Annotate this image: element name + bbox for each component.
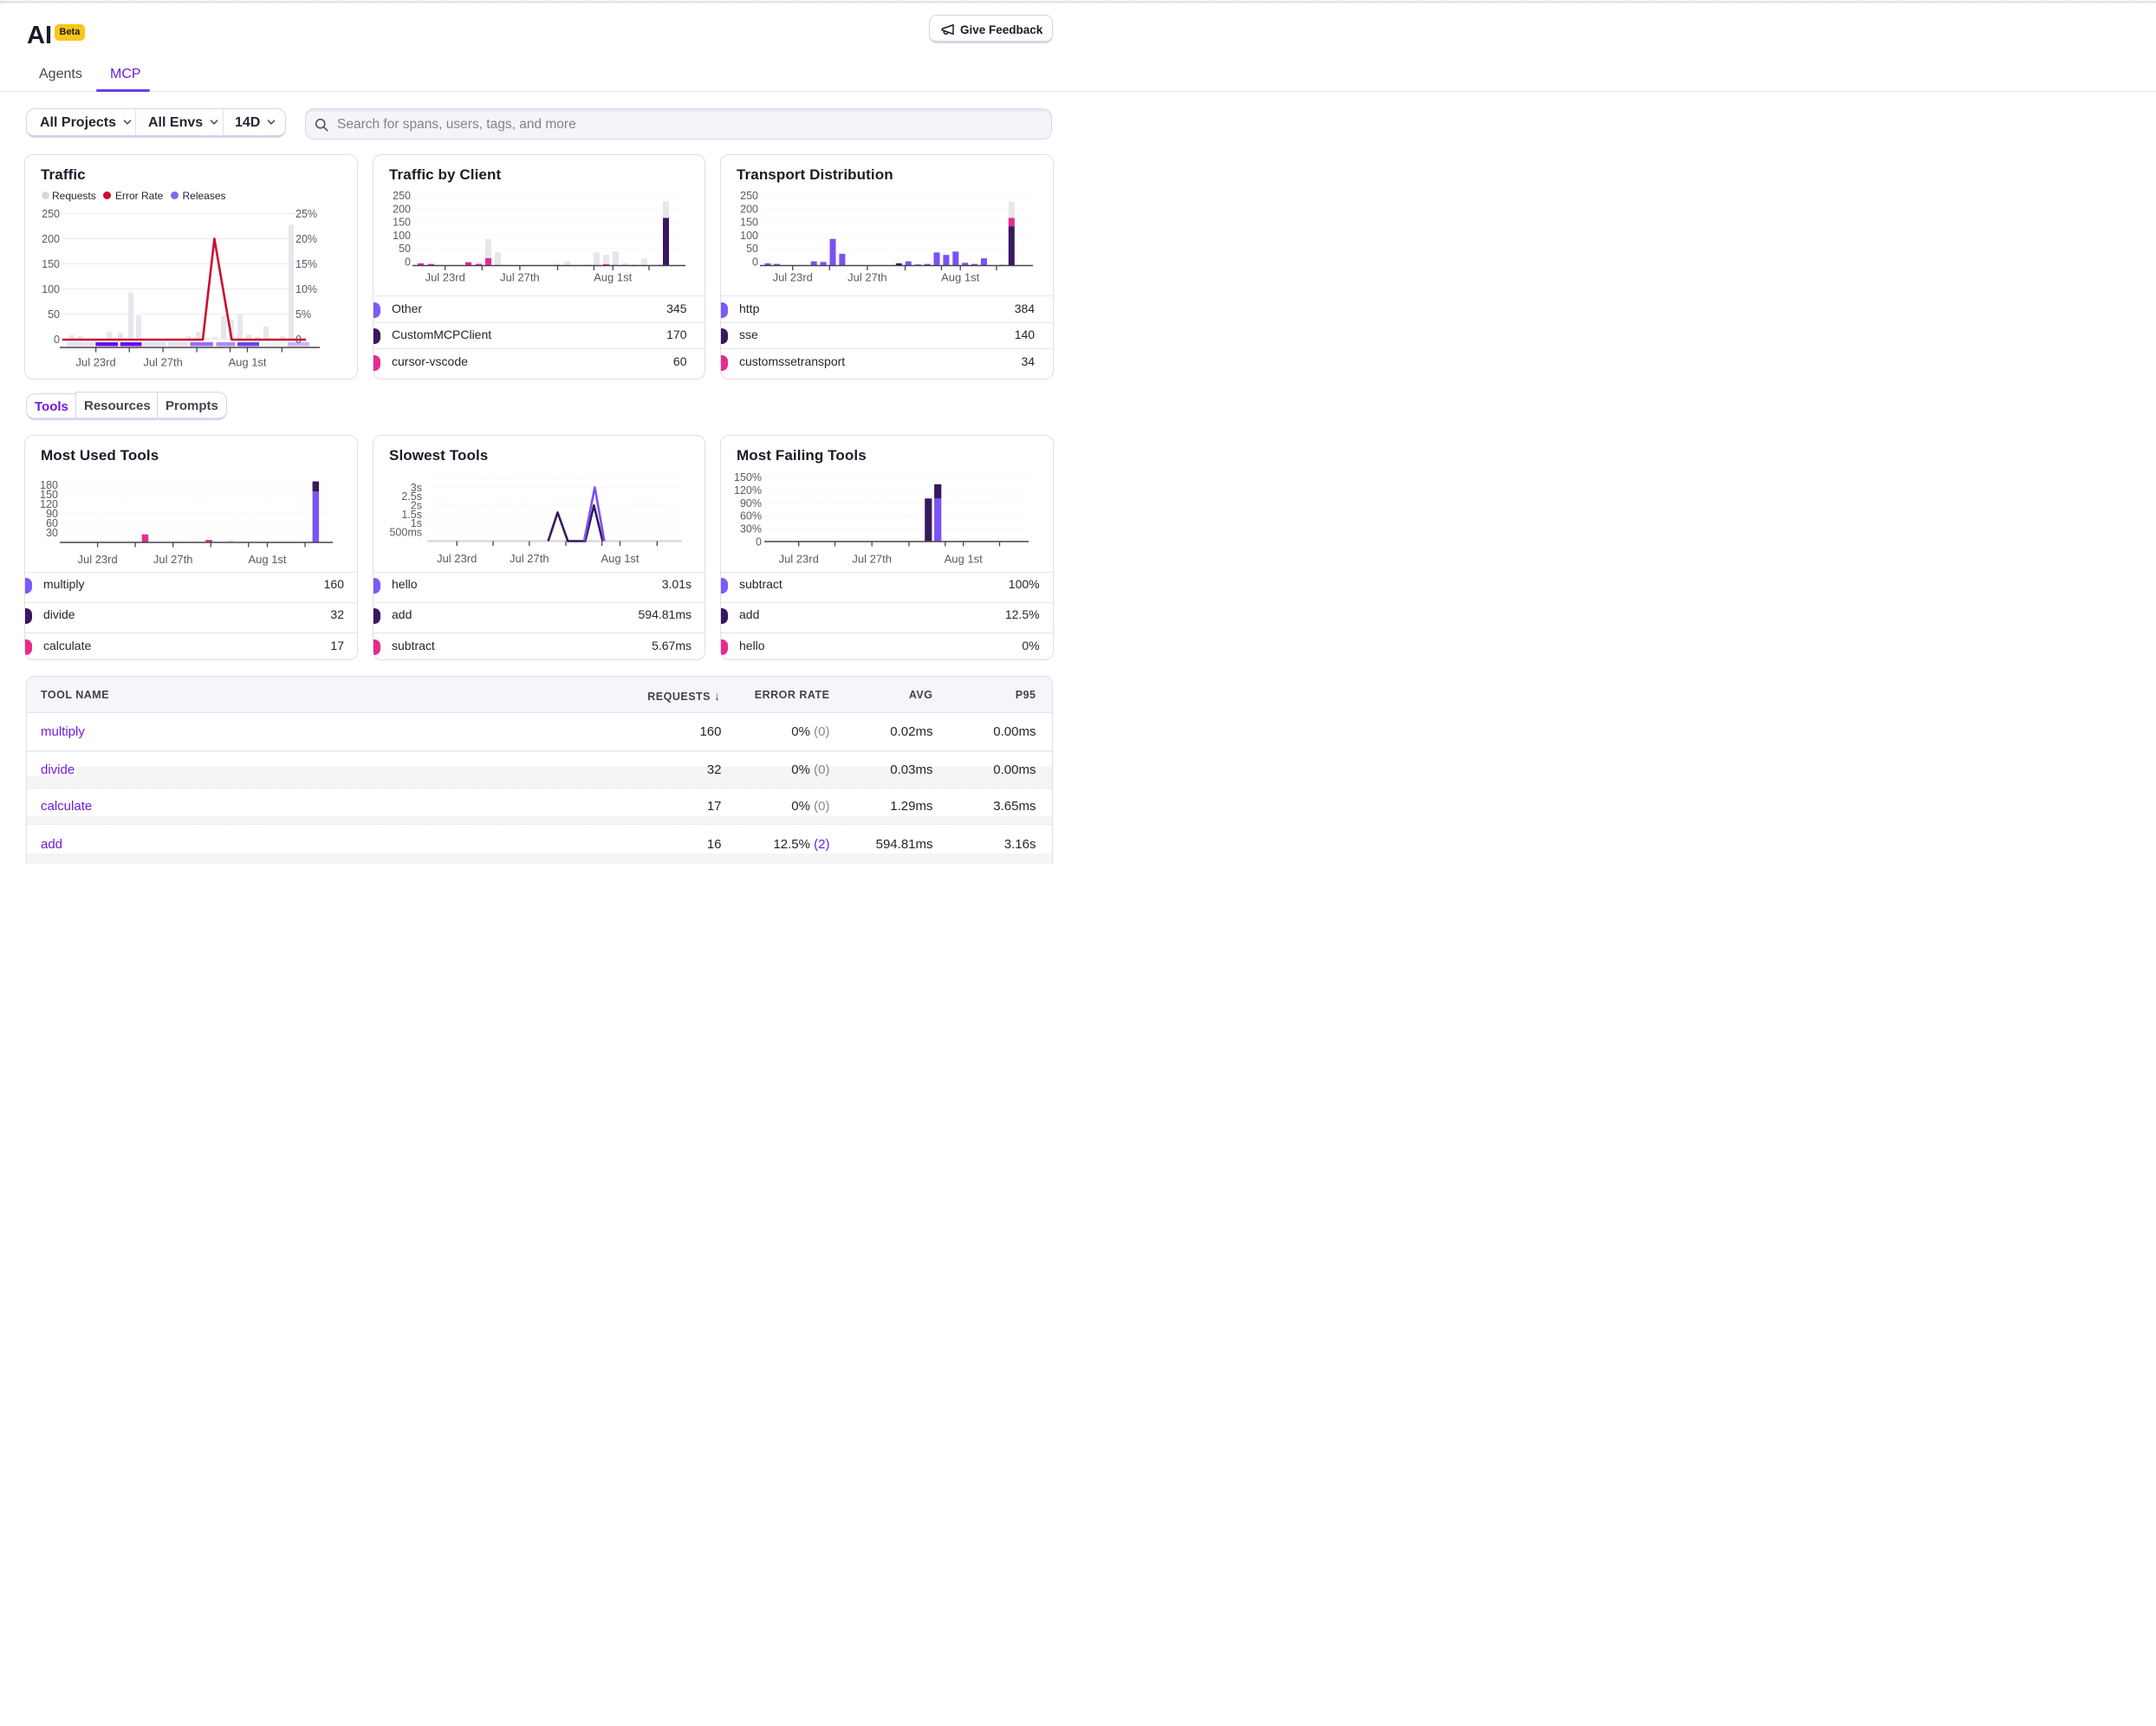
svg-text:500ms: 500ms: [389, 526, 422, 538]
svg-text:Jul 23rd: Jul 23rd: [77, 553, 117, 566]
svg-text:Jul 23rd: Jul 23rd: [779, 553, 819, 566]
svg-text:100: 100: [393, 230, 411, 242]
svg-text:0: 0: [54, 334, 60, 346]
svg-text:0: 0: [405, 256, 411, 269]
svg-text:150: 150: [740, 217, 758, 229]
svg-text:20%: 20%: [295, 233, 317, 245]
svg-text:100: 100: [740, 230, 758, 242]
svg-text:Aug 1st: Aug 1st: [248, 553, 286, 566]
svg-text:0: 0: [752, 256, 758, 269]
svg-text:Aug 1st: Aug 1st: [594, 271, 632, 284]
svg-text:250: 250: [393, 190, 411, 202]
svg-text:15%: 15%: [295, 258, 317, 270]
svg-text:100: 100: [42, 283, 60, 295]
svg-text:150%: 150%: [734, 471, 762, 483]
svg-text:250: 250: [42, 208, 60, 220]
svg-text:150: 150: [393, 217, 411, 229]
svg-text:Jul 27th: Jul 27th: [500, 271, 540, 284]
svg-text:Jul 23rd: Jul 23rd: [425, 271, 465, 284]
svg-text:Jul 27th: Jul 27th: [153, 553, 193, 566]
svg-text:25%: 25%: [295, 208, 317, 220]
svg-text:120%: 120%: [734, 484, 762, 496]
svg-text:250: 250: [740, 190, 758, 202]
svg-text:0: 0: [756, 536, 762, 548]
svg-text:50: 50: [48, 308, 60, 321]
svg-text:30: 30: [46, 527, 58, 539]
svg-text:Aug 1st: Aug 1st: [601, 552, 639, 565]
svg-text:Jul 23rd: Jul 23rd: [75, 356, 115, 369]
svg-text:Aug 1st: Aug 1st: [228, 356, 266, 369]
svg-text:Jul 27th: Jul 27th: [510, 552, 549, 565]
svg-text:5%: 5%: [295, 308, 311, 321]
svg-text:Jul 23rd: Jul 23rd: [773, 271, 813, 284]
svg-text:200: 200: [42, 233, 60, 245]
svg-text:Aug 1st: Aug 1st: [941, 271, 979, 284]
svg-text:30%: 30%: [740, 523, 762, 535]
svg-text:Aug 1st: Aug 1st: [945, 553, 983, 566]
svg-text:Jul 27th: Jul 27th: [852, 553, 892, 566]
svg-text:10%: 10%: [295, 283, 317, 295]
svg-text:Jul 27th: Jul 27th: [847, 271, 887, 284]
svg-text:50: 50: [746, 243, 758, 255]
svg-text:200: 200: [740, 203, 758, 215]
svg-text:90%: 90%: [740, 497, 762, 509]
svg-text:Jul 23rd: Jul 23rd: [437, 552, 477, 565]
svg-text:150: 150: [42, 258, 60, 270]
svg-text:60%: 60%: [740, 510, 762, 522]
svg-text:Jul 27th: Jul 27th: [143, 356, 183, 369]
svg-text:200: 200: [393, 203, 411, 215]
svg-text:50: 50: [399, 243, 411, 255]
